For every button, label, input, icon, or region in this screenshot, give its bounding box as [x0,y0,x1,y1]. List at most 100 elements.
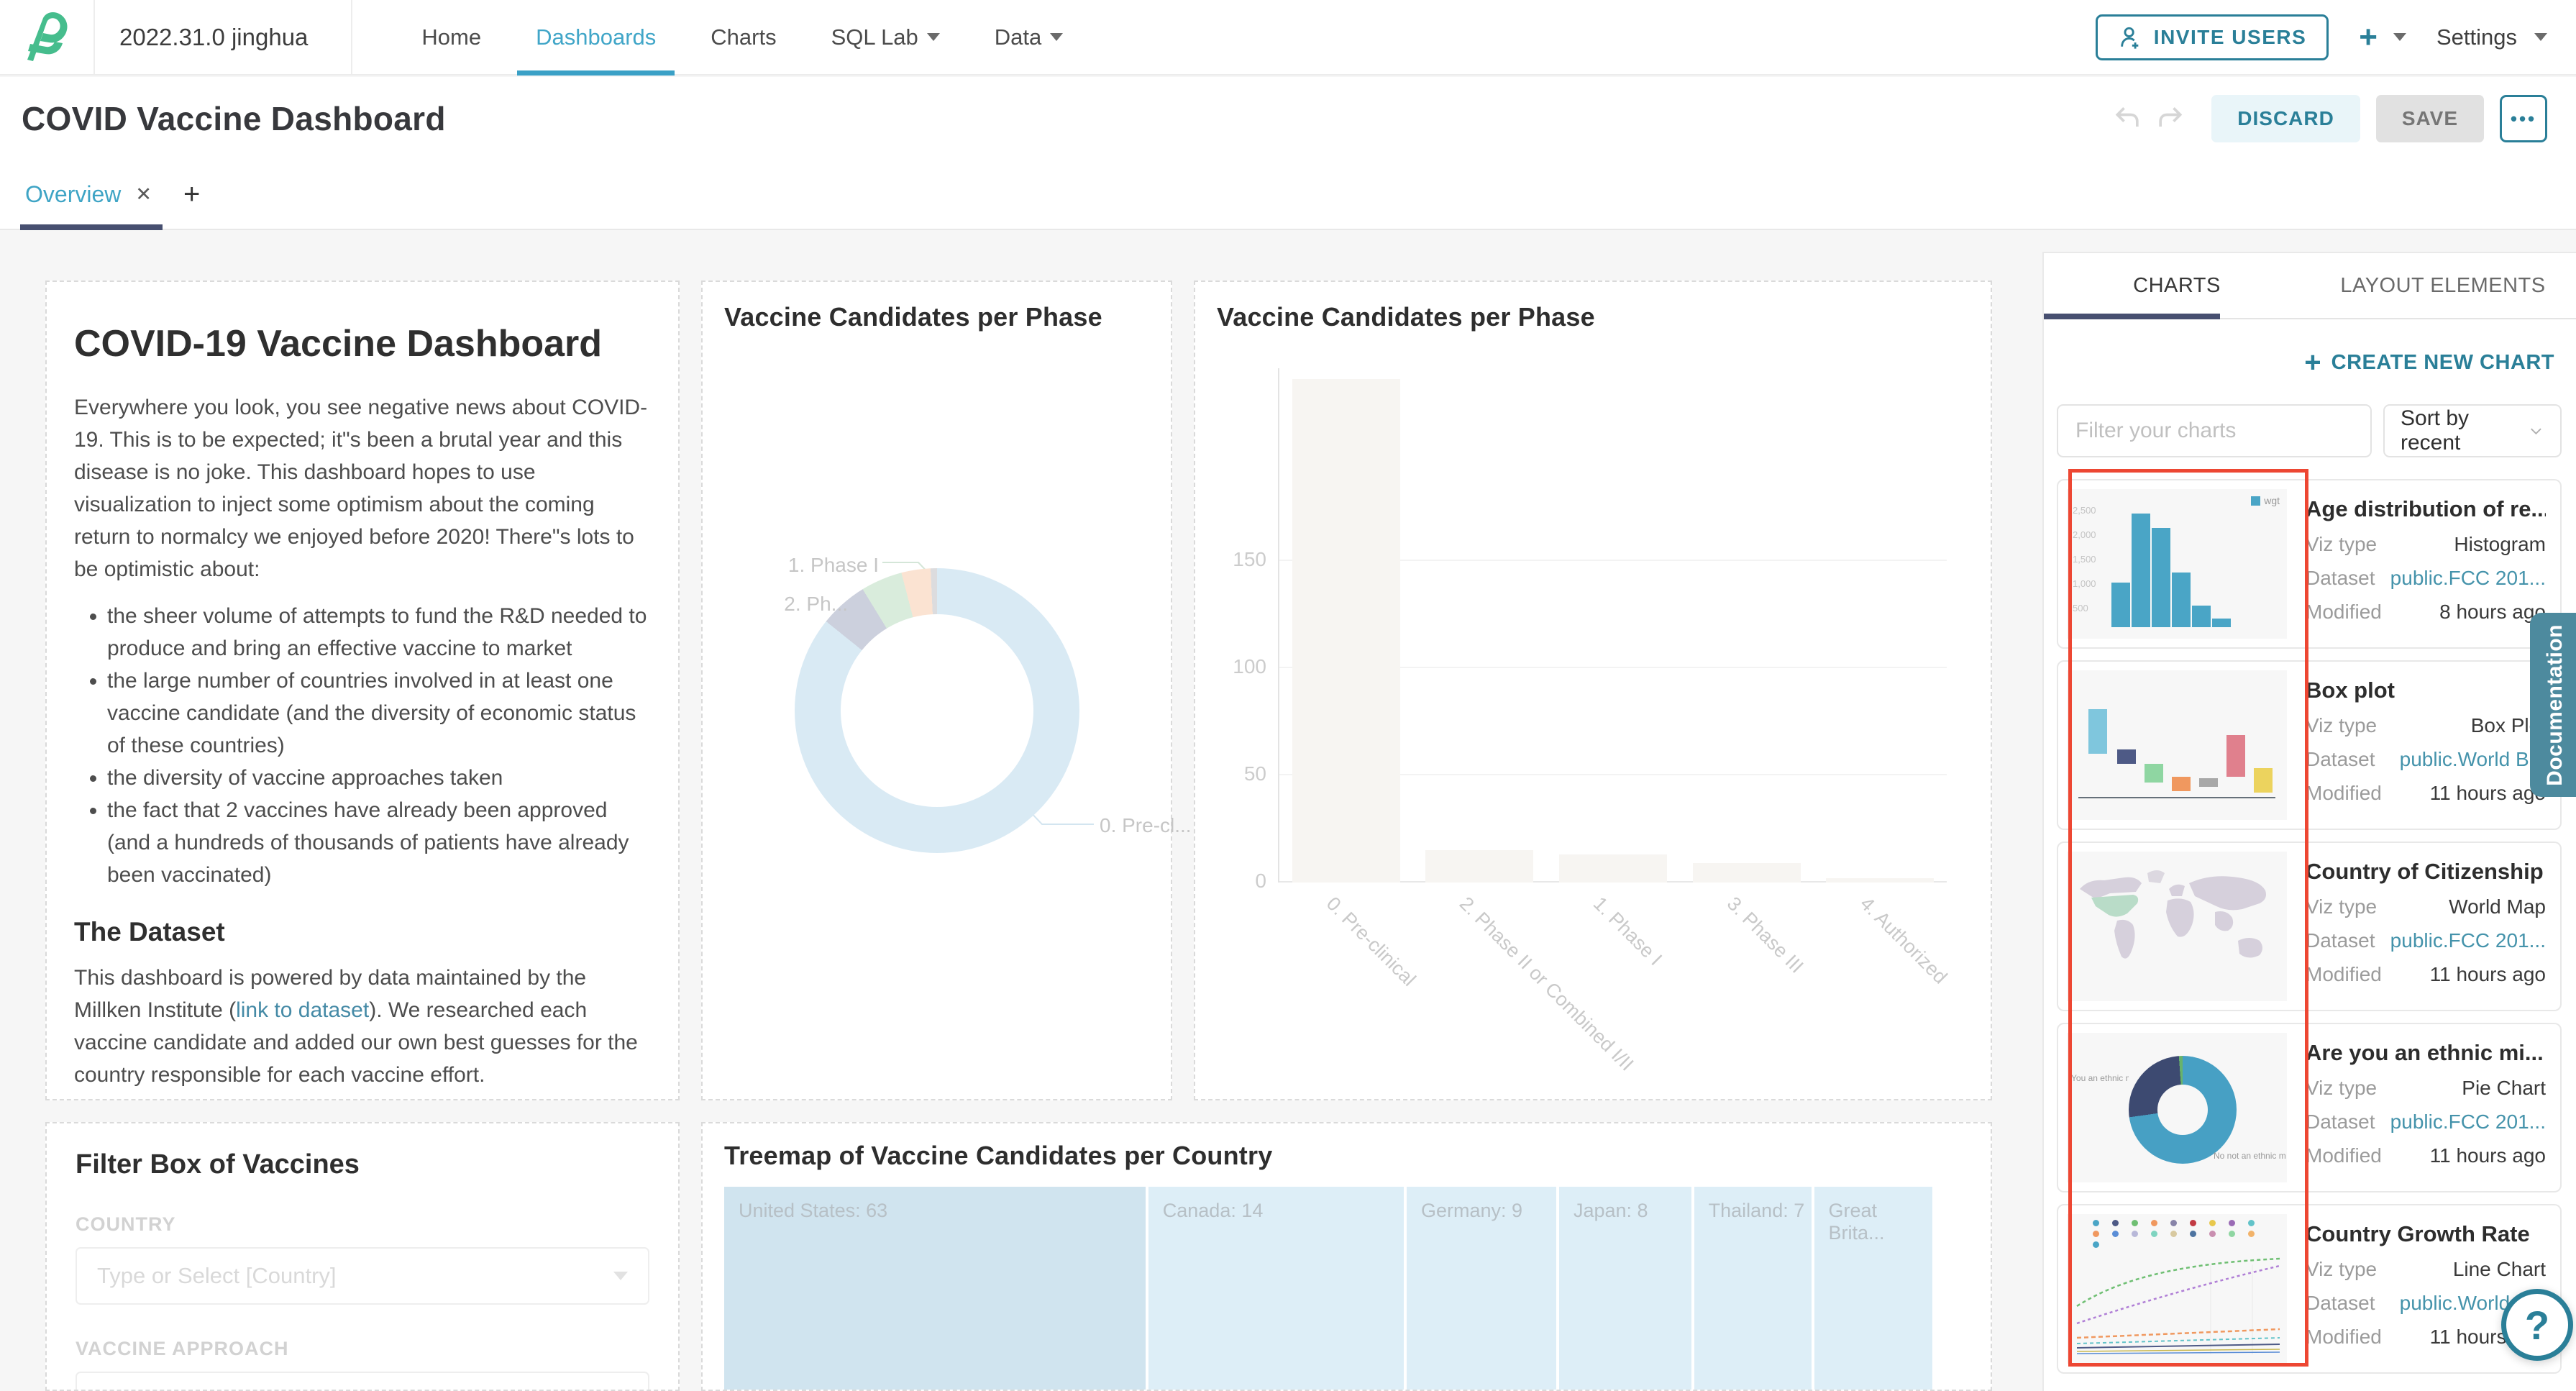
chart-card-ethnic-minority[interactable]: You an ethnic minority No not an ethnic … [2057,1023,2562,1192]
nav-item-dashboards[interactable]: Dashboards [508,0,683,74]
chevron-down-icon [2528,422,2544,439]
tab-charts[interactable]: CHARTS [2044,253,2310,318]
redo-icon[interactable] [2154,103,2186,134]
more-options-button[interactable]: ••• [2500,95,2547,142]
country-filter-label: COUNTRY [76,1213,649,1236]
invite-users-button[interactable]: INVITE USERS [2096,14,2329,60]
donut-label-preclinical: 0. Pre-cl... [1100,814,1192,837]
legend-swatch [2251,496,2260,506]
dataset-link[interactable]: public.World B... [2400,748,2546,771]
y-axis-tick-label: 2,000 [2073,529,2096,540]
preset-logo-icon [22,9,72,65]
nav-item-home[interactable]: Home [394,0,508,74]
chart-card-box-plot[interactable]: Box plot Viz typeBox Plot Datasetpublic.… [2057,660,2562,830]
treemap-cell-label: Great Brita... [1829,1200,1885,1244]
settings-menu[interactable]: Settings [2436,24,2547,50]
treemap-cell: Japan: 8 [1559,1187,1691,1391]
chart-filter-input[interactable] [2057,404,2372,457]
chart-thumbnail-boxplot [2067,670,2287,820]
treemap-cell-label: United States: 63 [739,1200,887,1221]
documentation-tab[interactable]: Documentation [2530,613,2576,797]
legend [2093,1220,2265,1248]
donut-chart-panel[interactable]: Vaccine Candidates per Phase 1. Phase I … [701,281,1172,1100]
bar [1425,850,1533,883]
save-button[interactable]: SAVE [2376,95,2484,142]
navbar-right: INVITE USERS + Settings [2096,14,2576,60]
chart-card-age-distribution[interactable]: wgt 2,5002,0001,5001,000500 Age distribu… [2057,479,2562,649]
dashboard-title[interactable]: COVID Vaccine Dashboard [22,99,446,138]
dashboard-header: COVID Vaccine Dashboard DISCARD SAVE ••• [0,77,2576,160]
chart-title: Treemap of Vaccine Candidates per Countr… [724,1141,1272,1171]
tab-layout-elements[interactable]: LAYOUT ELEMENTS [2310,253,2576,318]
chart-card-country-of-citizenship[interactable]: Country of Citizenship Viz typeWorld Map… [2057,842,2562,1011]
y-axis-tick-label: 100 [1216,655,1266,678]
card-meta: Box plot Viz typeBox Plot Datasetpublic.… [2306,670,2552,820]
bar-chart: 0501001500. Pre-clinical2. Phase II or C… [1278,368,1947,883]
sidebar-tabs: CHARTS LAYOUT ELEMENTS [2044,253,2576,319]
bar-chart-panel[interactable]: Vaccine Candidates per Phase 0501001500.… [1194,281,1992,1100]
active-tab-indicator [2044,314,2220,319]
create-new-chart-button[interactable]: + CREATE NEW CHART [2044,348,2554,377]
donut-label-phase1: 1. Phase I [746,554,879,577]
discard-button[interactable]: DISCARD [2211,95,2360,142]
bar [1559,854,1667,883]
vaccine-approach-filter-select[interactable]: Type or Select [Vaccine Approach] [76,1372,649,1391]
donut-label-phase2: 2. Ph... [731,593,848,616]
sort-select[interactable]: Sort by recent [2383,404,2562,457]
country-filter-select[interactable]: Type or Select [Country] [76,1247,649,1305]
treemap-cell: Canada: 14 [1148,1187,1404,1391]
chart-thumbnail-pie: You an ethnic minority No not an ethnic … [2067,1033,2287,1182]
y-axis-tick-label: 1,500 [2073,554,2096,565]
bullet-item: the large number of countries involved i… [107,665,651,762]
bar [1693,863,1801,883]
boxplot-box [2088,709,2107,754]
treemap-cell-label: Thailand: 7 [1709,1200,1805,1221]
plus-icon: + [2304,348,2321,377]
close-icon[interactable]: ✕ [135,183,152,206]
markdown-panel[interactable]: COVID-19 Vaccine Dashboard Everywhere yo… [45,281,680,1100]
y-axis-tick-label: 150 [1216,548,1266,571]
treemap-cell: United States: 63 [724,1187,1146,1391]
bullet-item: the diversity of vaccine approaches take… [107,762,651,794]
card-meta: Are you an ethnic mi... Viz typePie Char… [2306,1033,2552,1182]
card-meta: Age distribution of re... Viz typeHistog… [2306,489,2552,639]
dataset-link[interactable]: public.FCC 201... [2390,567,2546,590]
chart-title: Vaccine Candidates per Phase [1217,302,1595,332]
card-title: Country of Citizenship [2306,859,2546,885]
nav-item-charts[interactable]: Charts [683,0,803,74]
undo-icon[interactable] [2112,103,2144,134]
x-axis-tick-label: 4. Authorized [1855,893,1951,988]
preset-logo[interactable] [0,0,95,74]
markdown-heading: COVID-19 Vaccine Dashboard [74,322,651,365]
boxplot-box [2172,777,2191,791]
dataset-link[interactable]: public.FCC 201... [2390,929,2546,952]
boxplot-box [2226,735,2245,777]
add-tab-button[interactable]: + [183,178,200,211]
chart-thumbnail-line [2067,1214,2287,1364]
chart-thumbnail-histogram: wgt 2,5002,0001,5001,000500 [2067,489,2287,639]
plus-icon: + [2359,22,2378,53]
builder-sidebar: CHARTS LAYOUT ELEMENTS + CREATE NEW CHAR… [2042,252,2576,1391]
chevron-down-icon [927,33,940,41]
axis-line [2078,797,2275,798]
nav-item-sql-lab[interactable]: SQL Lab [804,0,967,74]
help-button[interactable]: ? [2501,1289,2573,1361]
tab-overview[interactable]: Overview ✕ [25,181,152,208]
chart-card-list: wgt 2,5002,0001,5001,000500 Age distribu… [2057,479,2562,1374]
undo-redo-group [2112,103,2186,134]
boxplot-box [2254,768,2273,793]
bullet-item: the fact that 2 vaccines have already be… [107,794,651,891]
world-map-icon [2067,852,2287,1001]
x-axis-tick-label: 0. Pre-clinical [1322,893,1420,991]
card-title: Are you an ethnic mi... [2306,1040,2546,1066]
filter-box-panel[interactable]: Filter Box of Vaccines COUNTRY Type or S… [45,1122,680,1391]
dataset-link[interactable]: link to dataset [236,998,369,1022]
y-axis-tick-label: 2,500 [2073,505,2096,516]
new-item-menu[interactable]: + [2359,22,2406,53]
dataset-link[interactable]: public.FCC 201... [2390,1110,2546,1134]
bar [1292,379,1400,883]
nav-item-data[interactable]: Data [967,0,1090,74]
chart-card-country-growth-rate[interactable]: Country Growth Rate Viz typeLine Chart D… [2057,1204,2562,1374]
treemap-panel[interactable]: Treemap of Vaccine Candidates per Countr… [701,1122,1992,1391]
treemap-cell: Thailand: 7 [1694,1187,1812,1391]
